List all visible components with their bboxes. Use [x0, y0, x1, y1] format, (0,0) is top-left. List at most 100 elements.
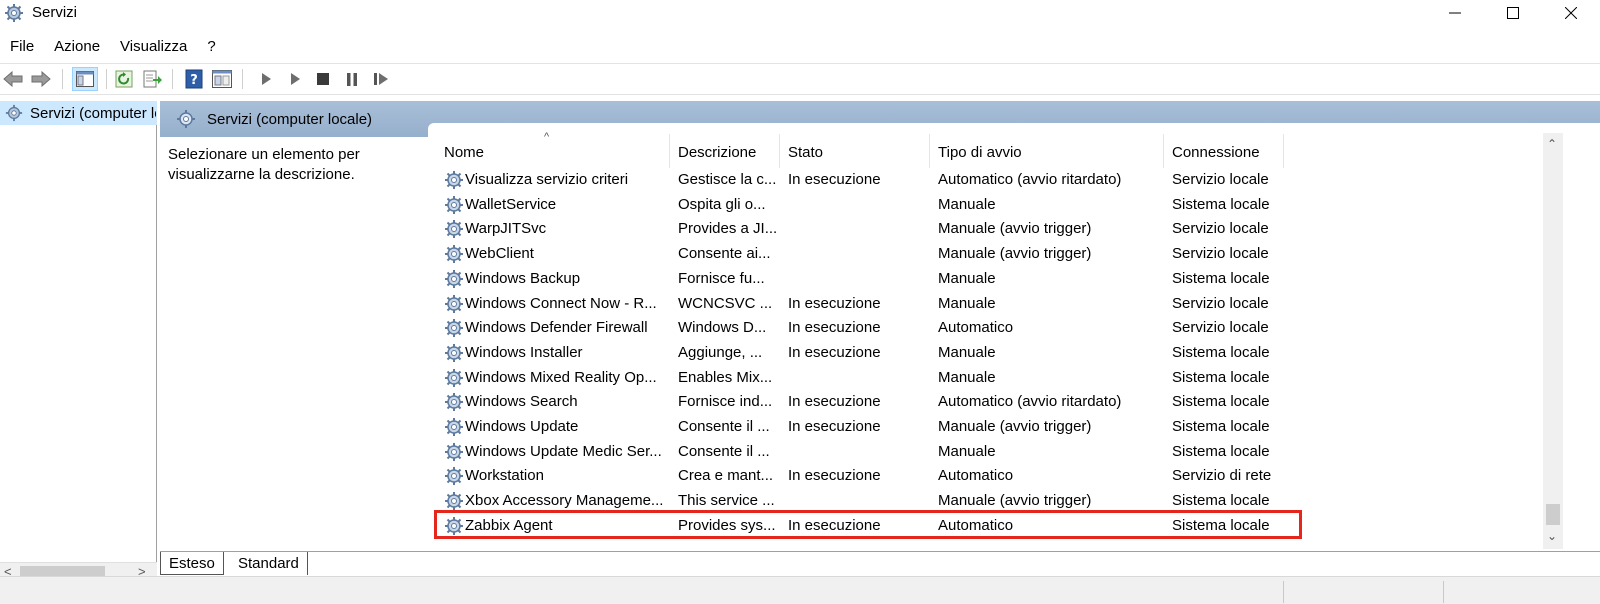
back-button[interactable]	[2, 68, 24, 90]
minimize-button[interactable]	[1426, 0, 1484, 26]
list-vertical-scrollbar[interactable]: ⌃ ⌄	[1543, 133, 1563, 549]
column-header-tipo-avvio[interactable]: Tipo di avvio	[930, 134, 1164, 168]
table-row[interactable]: Windows Backup Fornisce fu... Manuale Siste…	[440, 267, 1305, 291]
service-startup-type: Manuale (avvio trigger)	[938, 220, 1092, 238]
table-row[interactable]: Windows Connect Now - R... WCNCSVC ... In …	[440, 292, 1305, 316]
service-startup-type: Manuale	[938, 294, 996, 312]
service-logon: Servizio locale	[1172, 294, 1269, 312]
table-row[interactable]: Visualizza servizio criteri Gestisce la c…	[440, 168, 1305, 192]
service-state: In esecuzione	[788, 343, 881, 361]
menu-help[interactable]: ?	[197, 36, 225, 58]
forward-arrow-icon	[31, 71, 51, 87]
table-row[interactable]: Windows Update Medic Ser... Consente il .…	[440, 440, 1305, 464]
tree-item-label: Servizi (computer locale)	[30, 105, 156, 122]
title-bar: Servizi	[0, 0, 1600, 26]
scroll-down-icon[interactable]: ⌄	[1547, 529, 1557, 543]
service-gear-icon	[444, 318, 464, 342]
services-gear-icon	[5, 104, 23, 122]
maximize-icon	[1507, 7, 1519, 19]
export-list-button[interactable]	[142, 68, 164, 90]
menu-file[interactable]: File	[0, 36, 44, 58]
close-icon	[1565, 7, 1577, 19]
service-name: WalletService	[465, 195, 557, 213]
show-hide-tree-button[interactable]	[72, 67, 98, 91]
service-name: Windows Installer	[465, 343, 583, 361]
refresh-icon	[115, 70, 133, 88]
properties-button[interactable]	[211, 68, 233, 90]
service-logon: Servizio di rete	[1172, 467, 1272, 485]
service-logon: Servizio locale	[1172, 245, 1269, 263]
table-row[interactable]: Windows Mixed Reality Op... Enables Mix..…	[440, 366, 1305, 390]
service-state: In esecuzione	[788, 319, 881, 337]
table-row[interactable]: Windows Search Fornisce ind... In esecuzio…	[440, 390, 1305, 414]
service-gear-icon	[444, 195, 464, 219]
column-header-nome[interactable]: Nome	[440, 134, 670, 168]
start-service-button[interactable]	[255, 68, 277, 90]
scroll-up-icon[interactable]: ⌃	[1547, 137, 1557, 151]
service-gear-icon	[444, 466, 464, 490]
service-name: Windows Update Medic Ser...	[465, 442, 662, 460]
close-button[interactable]	[1542, 0, 1600, 26]
column-header-connessione[interactable]: Connessione	[1164, 134, 1284, 168]
tab-standard[interactable]: Standard	[230, 552, 308, 575]
description-pane: Selezionare un elemento per visualizzarn…	[168, 146, 360, 183]
service-gear-icon	[444, 417, 464, 441]
service-logon: Sistema locale	[1172, 368, 1270, 386]
list-header: Nome Descrizione Stato Tipo di avvio Con…	[440, 134, 1305, 168]
service-description: Fornisce ind...	[678, 393, 773, 411]
toolbar-separator	[242, 69, 243, 89]
service-name: Visualizza servizio criteri	[465, 171, 629, 188]
export-list-icon	[143, 70, 162, 88]
service-description: Enables Mix...	[678, 368, 773, 386]
service-description: Gestisce la c...	[678, 171, 776, 188]
help-button[interactable]: ?	[183, 68, 205, 90]
service-logon: Sistema locale	[1172, 393, 1270, 411]
pause-service-button[interactable]	[341, 68, 363, 90]
maximize-button[interactable]	[1484, 0, 1542, 26]
service-logon: Sistema locale	[1172, 195, 1270, 213]
service-name: WarpJITSvc	[465, 220, 547, 238]
table-row[interactable]: Windows Installer Aggiunge, ... In esecuzi…	[440, 341, 1305, 365]
service-description: Consente il ...	[678, 442, 770, 460]
service-startup-type: Manuale	[938, 368, 996, 386]
status-separator	[1283, 581, 1284, 603]
pause-service-icon	[347, 72, 357, 86]
table-row[interactable]: WebClient Consente ai... Manuale (avvio tr…	[440, 242, 1305, 266]
start-alt-button[interactable]	[284, 68, 306, 90]
table-row[interactable]: WalletService Ospita gli o... Manuale Siste…	[440, 193, 1305, 217]
table-row[interactable]: WarpJITSvc Provides a JI... Manuale (avvio…	[440, 217, 1305, 241]
column-header-stato[interactable]: Stato	[780, 134, 930, 168]
tab-esteso[interactable]: Esteso	[160, 552, 224, 575]
resume-service-button[interactable]	[370, 68, 392, 90]
service-name: Windows Connect Now - R...	[465, 294, 657, 312]
table-row[interactable]: Windows Defender Firewall Windows D... In …	[440, 316, 1305, 340]
service-startup-type: Automatico (avvio ritardato)	[938, 393, 1122, 411]
svg-text:?: ?	[190, 73, 198, 88]
service-name: Windows Search	[465, 393, 578, 411]
stop-service-button[interactable]	[312, 68, 334, 90]
service-name: Windows Defender Firewall	[465, 319, 648, 337]
status-separator	[1443, 581, 1444, 603]
tree-item-services-local[interactable]: Servizi (computer locale)	[0, 101, 157, 125]
service-state: In esecuzione	[788, 467, 881, 485]
service-gear-icon	[444, 343, 464, 367]
menu-visualizza[interactable]: Visualizza	[110, 36, 197, 58]
help-icon: ?	[185, 69, 203, 89]
start-alt-icon	[291, 73, 300, 85]
service-name: Workstation	[465, 467, 544, 485]
column-header-descrizione[interactable]: Descrizione	[670, 134, 780, 168]
service-name: Windows Backup	[465, 269, 581, 287]
forward-button[interactable]	[30, 68, 52, 90]
service-description: Provides a JI...	[678, 220, 776, 238]
service-startup-type: Manuale	[938, 269, 996, 287]
refresh-button[interactable]	[113, 68, 135, 90]
menu-azione[interactable]: Azione	[44, 36, 110, 58]
window-title: Servizi	[32, 4, 78, 21]
services-gear-icon	[5, 4, 23, 22]
service-logon: Servizio locale	[1172, 319, 1269, 337]
stop-service-icon	[317, 73, 329, 85]
scroll-thumb[interactable]	[1546, 504, 1560, 525]
table-row[interactable]: Windows Update Consente il ... In esecuzio…	[440, 415, 1305, 439]
service-description: Ospita gli o...	[678, 195, 766, 213]
table-row[interactable]: Workstation Crea e mant... In esecuzione Au…	[440, 464, 1305, 488]
